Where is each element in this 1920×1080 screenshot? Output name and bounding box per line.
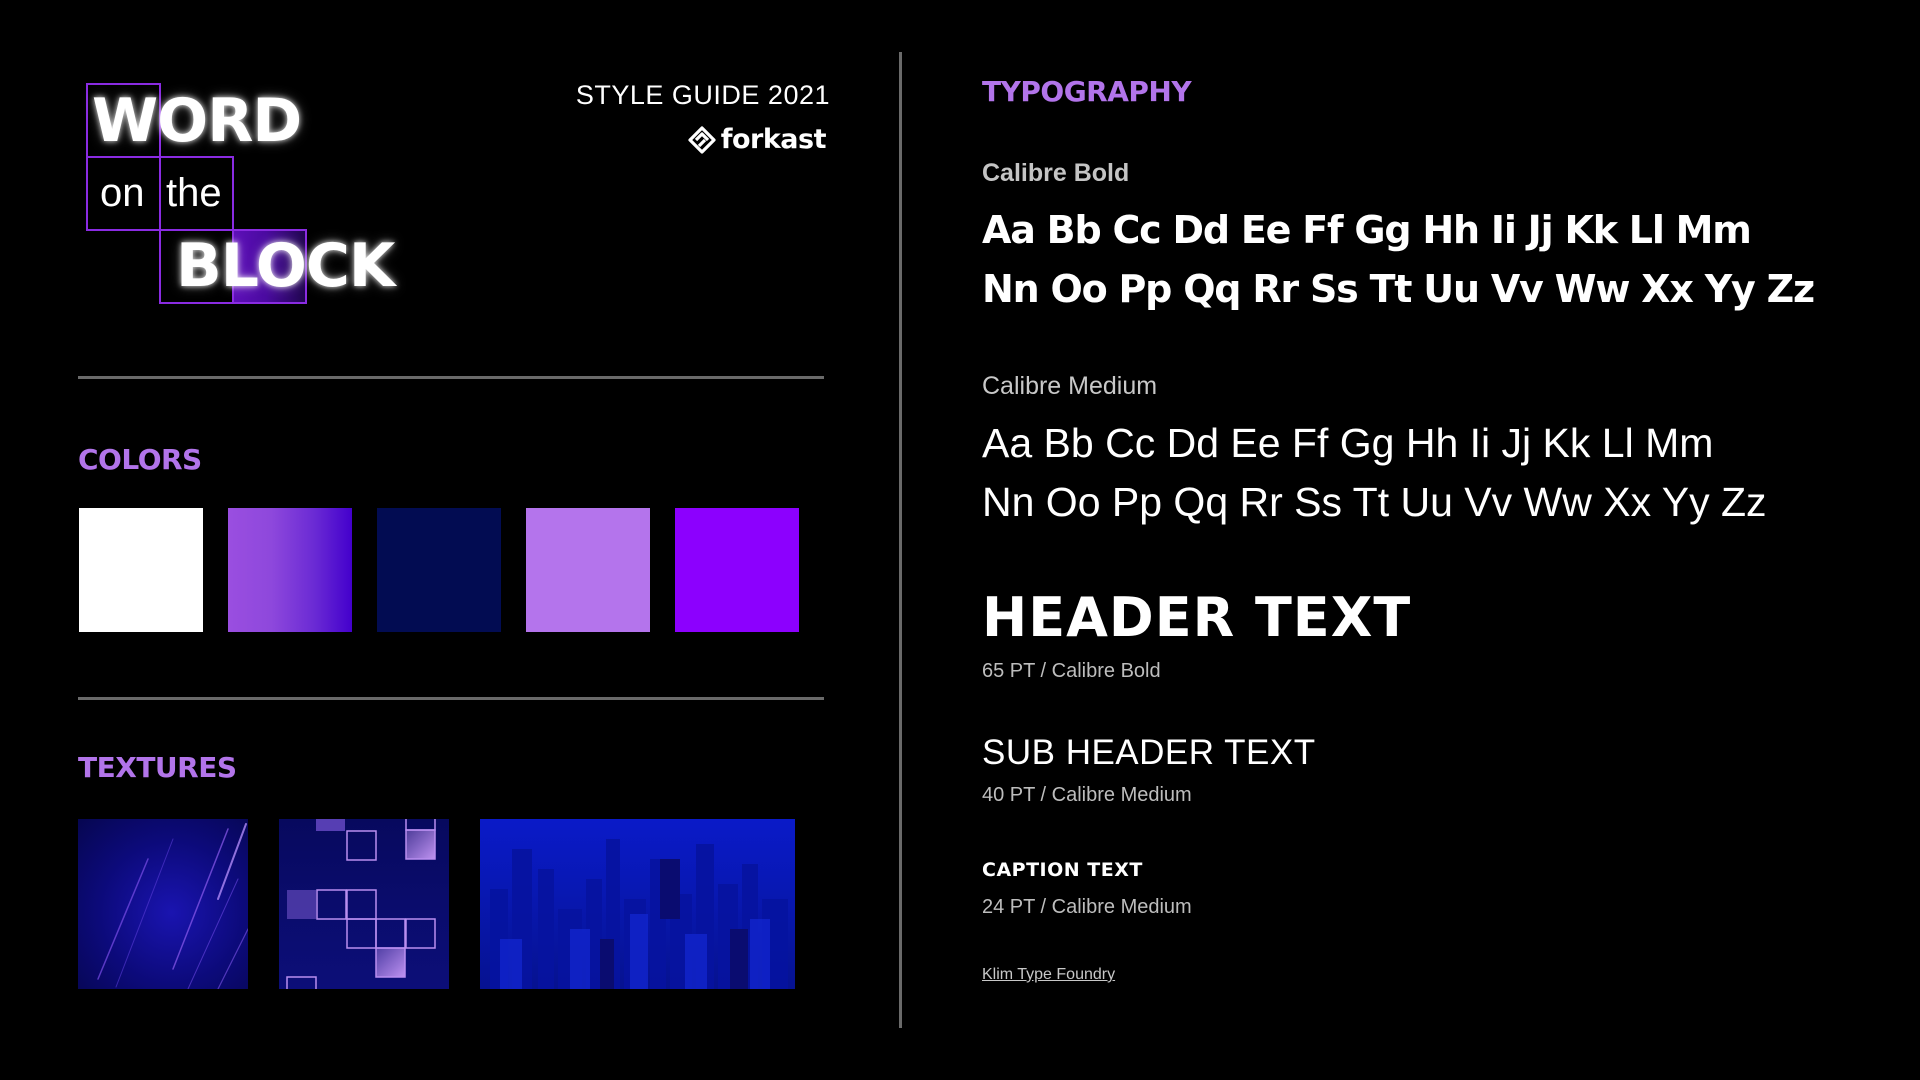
color-swatch-violet: [675, 508, 799, 632]
logo-word: WORD: [92, 86, 302, 156]
caption-text-spec: 24 PT / Calibre Medium: [982, 896, 1192, 918]
block-grid-graphic: [286, 819, 436, 989]
color-swatch-purple-gradient: [228, 508, 352, 632]
color-swatch-lavender: [526, 508, 650, 632]
sub-header-text-spec: 40 PT / Calibre Medium: [982, 784, 1192, 806]
city-skyline-graphic: [490, 839, 788, 989]
streaks-graphic: [97, 823, 248, 989]
alphabet-bold-line-2: Nn Oo Pp Qq Rr Ss Tt Uu Vv Ww Xx Yy Zz: [982, 267, 1815, 311]
sub-header-text-sample: SUB HEADER TEXT: [982, 733, 1316, 772]
texture-light-streaks: [78, 819, 248, 989]
font-name-bold: Calibre Bold: [982, 159, 1130, 187]
alphabet-medium-line-1: Aa Bb Cc Dd Ee Ff Gg Hh Ii Jj Kk Ll Mm: [982, 420, 1714, 466]
logo-the: the: [166, 171, 222, 215]
word-on-the-block-logo: WORD on the BLOCK: [0, 0, 430, 320]
typography-heading: TYPOGRAPHY: [982, 75, 1192, 108]
forkast-logo-icon: [687, 125, 717, 155]
texture-block-grid: [279, 819, 449, 989]
header-text-spec: 65 PT / Calibre Bold: [982, 660, 1161, 682]
colors-heading: COLORS: [78, 443, 202, 476]
forkast-wordmark: forkast: [720, 124, 827, 155]
vertical-divider: [899, 52, 902, 1028]
font-name-medium: Calibre Medium: [982, 372, 1158, 400]
alphabet-bold-line-1: Aa Bb Cc Dd Ee Ff Gg Hh Ii Jj Kk Ll Mm: [982, 208, 1752, 252]
divider: [78, 376, 824, 379]
klim-type-foundry-link[interactable]: Klim Type Foundry: [982, 966, 1115, 984]
style-guide-title: STYLE GUIDE 2021: [575, 80, 830, 110]
forkast-brand: forkast: [687, 124, 827, 155]
color-swatch-navy: [377, 508, 501, 632]
header-text-sample: HEADER TEXT: [982, 586, 1412, 649]
textures-heading: TEXTURES: [78, 751, 237, 784]
logo-on: on: [100, 171, 145, 215]
caption-text-sample: CAPTION TEXT: [982, 859, 1143, 881]
divider: [78, 697, 824, 700]
logo-block: BLOCK: [176, 231, 395, 301]
color-swatch-white: [79, 508, 203, 632]
alphabet-medium-line-2: Nn Oo Pp Qq Rr Ss Tt Uu Vv Ww Xx Yy Zz: [982, 479, 1767, 525]
texture-city-skyline: [480, 819, 795, 989]
